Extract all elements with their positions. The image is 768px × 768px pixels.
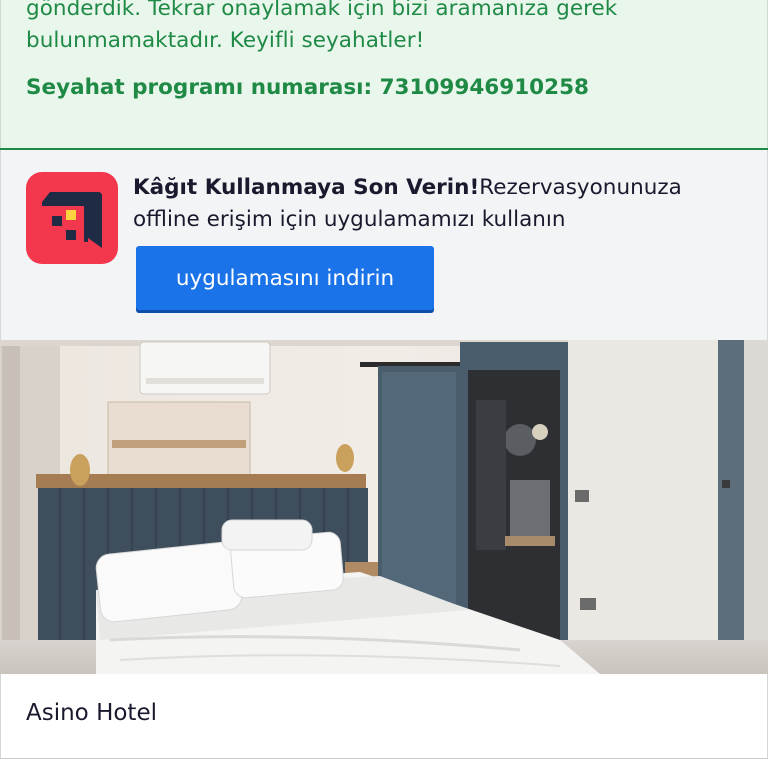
app-promo-body-2: offline erişim için uygulamamızı kullanı… xyxy=(133,207,566,232)
hotel-name-section: Asino Hotel xyxy=(0,674,768,758)
bottom-divider xyxy=(0,758,768,759)
hotel-name[interactable]: Asino Hotel xyxy=(26,700,157,726)
hotel-room-photo[interactable] xyxy=(0,340,768,674)
app-download-banner: Kâğıt Kullanmaya Son Verin!Rezervasyonun… xyxy=(0,150,768,340)
confirmation-line-2: bulunmamaktadır. Keyifli seyahatler! xyxy=(26,28,425,53)
app-logo-icon xyxy=(26,172,118,264)
app-promo-text: Kâğıt Kullanmaya Son Verin!Rezervasyonun… xyxy=(133,172,743,236)
confirmation-text: gönderdik. Tekrar onaylamak için bizi ar… xyxy=(26,0,746,57)
app-promo-title: Kâğıt Kullanmaya Son Verin! xyxy=(133,175,480,200)
download-app-button[interactable]: uygulamasını indirin xyxy=(136,246,434,310)
confirmation-line-1: gönderdik. Tekrar onaylamak için bizi ar… xyxy=(26,0,618,21)
confirmation-message: gönderdik. Tekrar onaylamak için bizi ar… xyxy=(0,0,768,149)
itinerary-number: Seyahat programı numarası: 7310994691025… xyxy=(26,75,590,100)
app-promo-body-1: Rezervasyonunuza xyxy=(479,175,682,200)
